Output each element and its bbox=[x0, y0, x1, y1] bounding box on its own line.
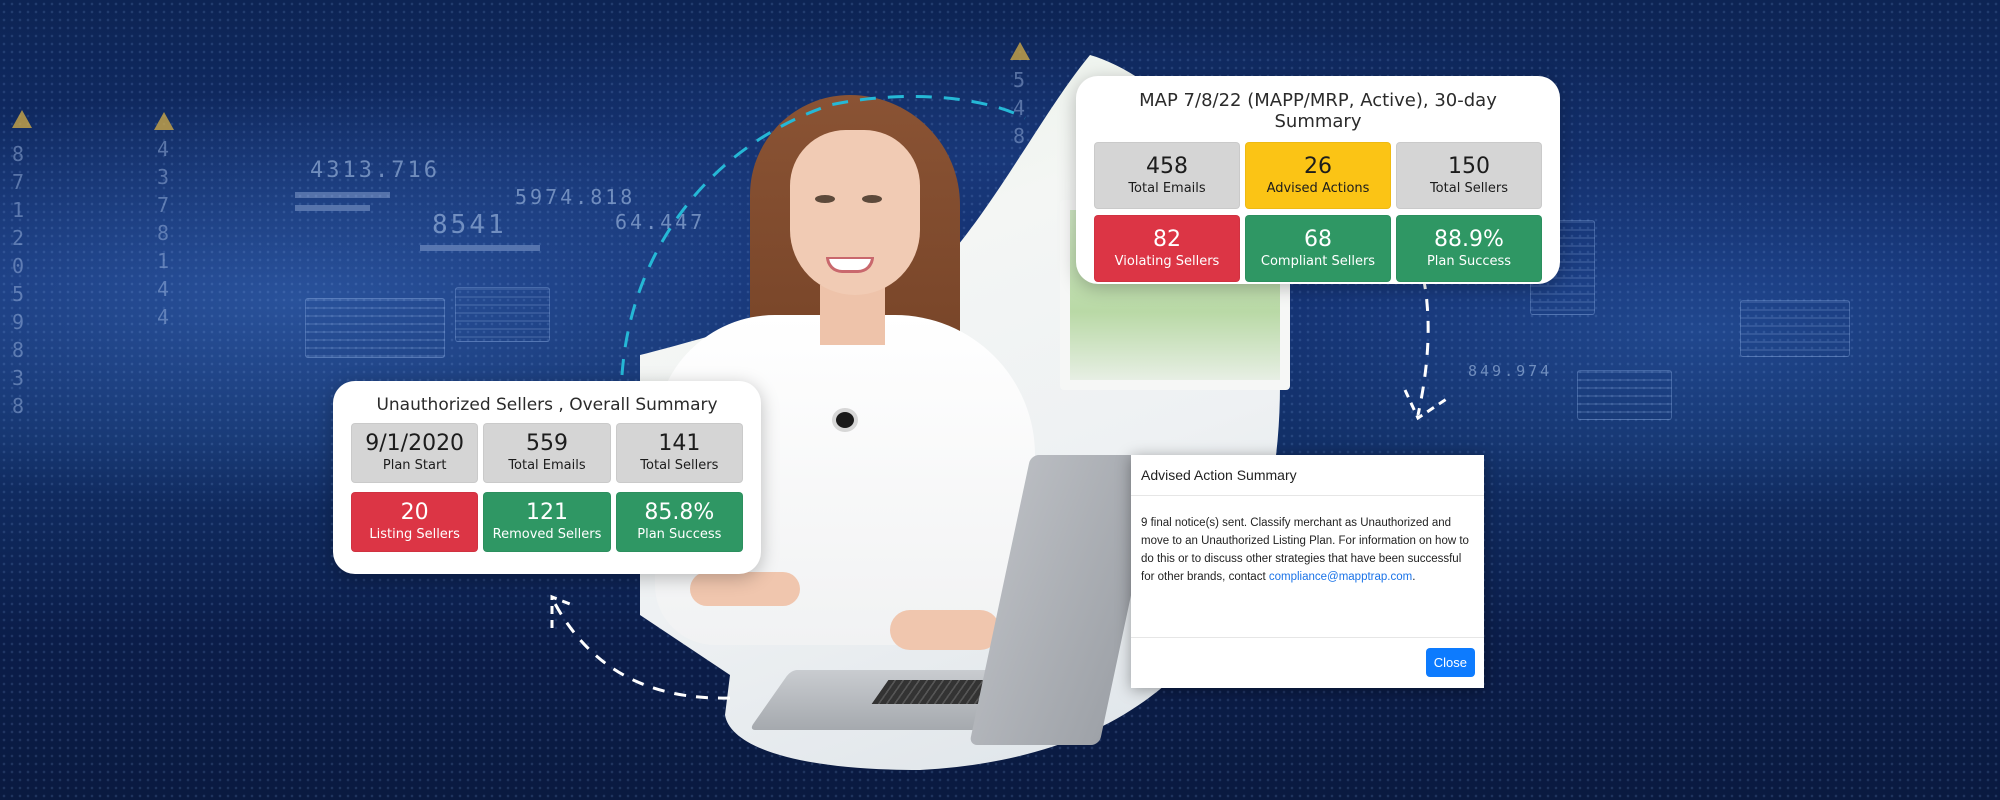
stat-label: Total Emails bbox=[1128, 180, 1206, 196]
stat-value: 141 bbox=[658, 431, 701, 456]
stat-value: 88.9% bbox=[1434, 226, 1504, 252]
compliance-email-link[interactable]: compliance@mapptrap.com bbox=[1269, 571, 1412, 583]
modal-body-suffix: . bbox=[1412, 571, 1416, 583]
stat-tile-compliant-sellers[interactable]: 68 Compliant Sellers bbox=[1245, 215, 1391, 282]
stat-label: Violating Sellers bbox=[1114, 253, 1220, 269]
map-summary-card: MAP 7/8/22 (MAPP/MRP, Active), 30-day Su… bbox=[1076, 76, 1560, 284]
stat-label: Plan Success bbox=[637, 527, 722, 542]
stat-tile-plan-success[interactable]: 85.8% Plan Success bbox=[615, 492, 743, 552]
stat-value: 26 bbox=[1304, 153, 1332, 179]
stat-tile-plan-success[interactable]: 88.9% Plan Success bbox=[1396, 215, 1542, 282]
stat-tile-total-emails[interactable]: 458 Total Emails bbox=[1094, 142, 1240, 209]
stat-tile-total-sellers[interactable]: 150 Total Sellers bbox=[1396, 142, 1542, 209]
stat-value: 458 bbox=[1146, 153, 1188, 179]
stat-tile-grid: 458 Total Emails 26 Advised Actions 150 … bbox=[1094, 142, 1542, 282]
advised-action-modal: Advised Action Summary 9 final notice(s)… bbox=[1131, 455, 1484, 688]
stat-value: 82 bbox=[1153, 226, 1181, 252]
stat-label: Advised Actions bbox=[1266, 180, 1370, 196]
unauthorized-summary-card: Unauthorized Sellers , Overall Summary 9… bbox=[333, 381, 761, 574]
stat-tile-violating-sellers[interactable]: 82 Violating Sellers bbox=[1094, 215, 1240, 282]
stat-value: 85.8% bbox=[644, 500, 715, 525]
stat-label: Total Sellers bbox=[640, 458, 719, 473]
card-title: MAP 7/8/22 (MAPP/MRP, Active), 30-day Su… bbox=[1139, 90, 1497, 132]
stat-tile-total-emails[interactable]: 559 Total Emails bbox=[483, 423, 611, 483]
stat-tile-plan-start[interactable]: 9/1/2020 Plan Start bbox=[351, 423, 479, 483]
stat-value: 68 bbox=[1304, 226, 1332, 252]
stat-value: 9/1/2020 bbox=[365, 431, 465, 456]
stat-label: Total Sellers bbox=[1429, 180, 1509, 196]
stat-tile-grid: 9/1/2020 Plan Start 559 Total Emails 141… bbox=[351, 423, 743, 552]
stat-tile-removed-sellers[interactable]: 121 Removed Sellers bbox=[483, 492, 611, 552]
stat-label: Listing Sellers bbox=[369, 527, 460, 542]
stat-value: 121 bbox=[525, 500, 568, 525]
stat-value: 150 bbox=[1448, 153, 1490, 179]
stat-tile-total-sellers[interactable]: 141 Total Sellers bbox=[615, 423, 743, 483]
card-title: Unauthorized Sellers , Overall Summary bbox=[376, 395, 718, 415]
dashed-arrowhead-left bbox=[550, 594, 576, 628]
stat-label: Plan Success bbox=[1426, 253, 1512, 269]
stat-value: 559 bbox=[525, 431, 568, 456]
dashed-arrowhead-right bbox=[1403, 389, 1449, 421]
stat-tile-listing-sellers[interactable]: 20 Listing Sellers bbox=[351, 492, 479, 552]
modal-title: Advised Action Summary bbox=[1131, 455, 1484, 496]
stat-label: Total Emails bbox=[508, 458, 586, 473]
stat-value: 20 bbox=[400, 500, 429, 525]
modal-body: 9 final notice(s) sent. Classify merchan… bbox=[1131, 496, 1484, 638]
stat-label: Plan Start bbox=[382, 458, 447, 473]
dashed-arc-teal bbox=[620, 94, 1026, 376]
dashed-connector-arcs bbox=[550, 94, 1449, 700]
close-button[interactable]: Close bbox=[1425, 648, 1475, 677]
dashed-arc-white-left bbox=[551, 599, 731, 700]
stat-label: Compliant Sellers bbox=[1260, 253, 1376, 269]
stat-tile-advised-actions[interactable]: 26 Advised Actions bbox=[1245, 142, 1391, 209]
stat-label: Removed Sellers bbox=[492, 527, 602, 542]
modal-footer: Close bbox=[1131, 638, 1484, 688]
